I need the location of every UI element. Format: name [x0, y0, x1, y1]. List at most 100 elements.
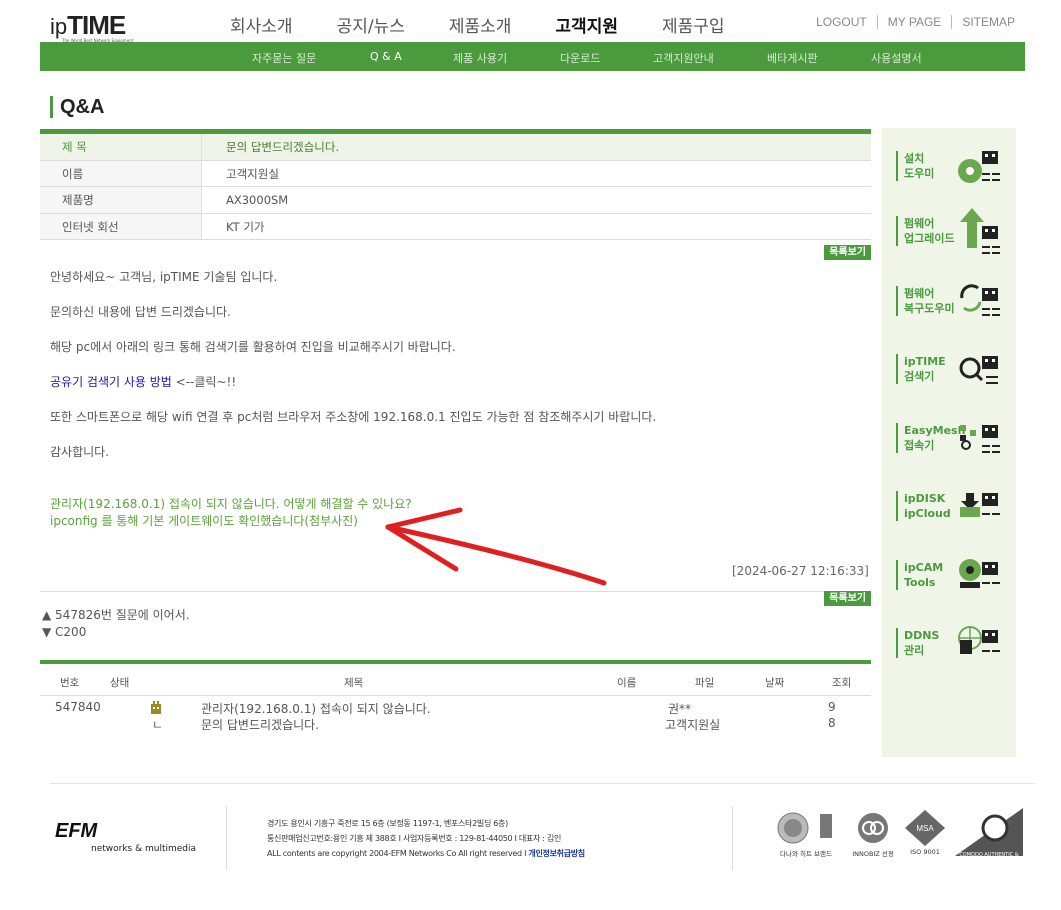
- sidebar-item-ipdisk[interactable]: ipDISK ipCloud: [896, 483, 1006, 533]
- ipdisk-icon: [960, 493, 1000, 517]
- sidebar-item-ipcam[interactable]: ipCAM Tools: [896, 552, 1006, 602]
- efm-logo-sub: networks & multimedia: [91, 844, 197, 854]
- sidebar-item-easymesh[interactable]: EasyMesh 접속기: [896, 415, 1006, 465]
- next-post-link[interactable]: ▼ C200: [42, 624, 190, 641]
- row-title[interactable]: 문의 답변드리겠습니다.: [201, 716, 319, 733]
- innobiz-badge: INNOBIZ 선정: [845, 808, 901, 858]
- easymesh-icon: [960, 425, 1000, 453]
- mypage-link[interactable]: MY PAGE: [888, 15, 942, 29]
- related-list-table: 번호 상태 제목 이름 파일 날짜 조회 547840 관리자(192.168.…: [40, 660, 871, 733]
- page-title: Q&A: [50, 96, 104, 118]
- ipcam-icon: [959, 559, 1000, 588]
- subnav-download[interactable]: 다운로드: [560, 50, 600, 66]
- red-arrow-annotation: [385, 507, 607, 586]
- install-helper-icon: [958, 151, 1000, 183]
- content-paragraph: 공유기 검색기 사용 방법 <--클릭~!!: [50, 375, 860, 390]
- content-paragraph: 또한 스마트폰으로 해당 wifi 연결 후 pc처럼 브라우저 주소창에 19…: [50, 410, 657, 424]
- divider: [732, 806, 733, 870]
- comodo-secure-badge: COMODO AUTHENTIC & SECURE: [955, 808, 1023, 864]
- info-key: 제 목: [40, 134, 202, 160]
- subnav-faq[interactable]: 자주묻는 질문: [252, 50, 316, 66]
- post-info-table: 제 목 문의 답변드리겠습니다. 이름 고객지원실 제품명 AX3000SM 인…: [40, 129, 871, 240]
- content-paragraph: 문의하신 내용에 답변 드리겠습니다.: [50, 305, 231, 319]
- util-nav: LOGOUT MY PAGE SITEMAP: [816, 15, 1015, 29]
- subnav-qna[interactable]: Q & A: [370, 50, 402, 63]
- reply-marker: ㄴ: [152, 718, 164, 732]
- list-view-button-bottom[interactable]: 목록보기: [824, 591, 871, 606]
- subnav-support-info[interactable]: 고객지원안내: [653, 50, 714, 66]
- sidebar-item-firmware-upgrade[interactable]: 펌웨어 업그레이드: [896, 208, 1006, 258]
- iso-9001-badge: MSA ISO 9001: [900, 808, 950, 856]
- quote-line: ipconfig 를 통해 기본 게이트웨이도 확인했습니다(첨부사진): [50, 514, 358, 528]
- row-name: 고객지원실: [665, 718, 721, 732]
- nav-support[interactable]: 고객지원: [555, 12, 618, 37]
- divider: [226, 806, 227, 870]
- subnav-beta-board[interactable]: 베타게시판: [767, 50, 818, 66]
- sidebar-item-label: 펌웨어 업그레이드: [896, 216, 955, 246]
- col-name: 이름: [617, 677, 637, 689]
- row-name: 권**: [668, 702, 692, 716]
- sidebar-item-label: 펌웨어 복구도우미: [896, 286, 955, 316]
- svg-text:MSA: MSA: [916, 824, 934, 833]
- info-key: 제품명: [40, 187, 202, 213]
- iptime-logo[interactable]: ipTIME The World Best Network Equipment: [50, 10, 133, 43]
- info-key: 이름: [40, 160, 202, 186]
- answer-content: 안녕하세요~ 고객님, ipTIME 기술팀 입니다. 문의하신 내용에 답변 …: [50, 270, 860, 480]
- col-status: 상태: [110, 677, 130, 689]
- nav-buy[interactable]: 제품구입: [662, 12, 725, 37]
- info-value: KT 기가: [226, 219, 265, 234]
- info-row-name: 이름 고객지원실: [40, 160, 871, 187]
- col-views: 조회: [832, 677, 852, 689]
- footer-divider: [50, 783, 1035, 784]
- sidebar-item-search-tool[interactable]: ipTIME 검색기: [896, 346, 1006, 396]
- post-datetime: [2024-06-27 12:16:33]: [732, 564, 869, 578]
- sub-nav-bar: 자주묻는 질문 Q & A 제품 사용기 다운로드 고객지원안내 베타게시판 사…: [40, 42, 1025, 71]
- sidebar-item-label: EasyMesh 접속기: [896, 423, 965, 453]
- nav-company[interactable]: 회사소개: [230, 12, 293, 37]
- list-header: 번호 상태 제목 이름 파일 날짜 조회: [40, 664, 871, 696]
- table-row[interactable]: ㄴ 문의 답변드리겠습니다. 고객지원실 8: [40, 716, 871, 733]
- divider: [951, 15, 953, 29]
- sidebar-item-label: ipDISK ipCloud: [896, 491, 951, 521]
- info-value: 고객지원실: [226, 166, 279, 181]
- table-row[interactable]: 547840 관리자(192.168.0.1) 접속이 되지 않습니다. 권**…: [40, 700, 871, 717]
- subnav-reviews[interactable]: 제품 사용기: [453, 50, 507, 66]
- list-view-button[interactable]: 목록보기: [824, 245, 871, 260]
- logo-time-text: TIME: [67, 10, 126, 40]
- info-row-subject: 제 목 문의 답변드리겠습니다.: [40, 134, 871, 161]
- row-views: 9: [828, 700, 836, 714]
- col-num: 번호: [60, 677, 80, 689]
- sidebar-item-install-helper[interactable]: 설치 도우미: [896, 143, 1006, 193]
- search-tool-icon: [959, 356, 998, 384]
- quoted-question: 관리자(192.168.0.1) 접속이 되지 않습니다. 어떻게 해결할 수 …: [50, 496, 412, 530]
- row-num: 547840: [55, 700, 101, 714]
- info-row-product: 제품명 AX3000SM: [40, 187, 871, 214]
- sidebar-item-label: 설치 도우미: [896, 151, 934, 181]
- nav-products[interactable]: 제품소개: [449, 12, 512, 37]
- info-row-line: 인터넷 회선 KT 기가: [40, 213, 871, 240]
- efm-logo: EFM networks & multimedia: [55, 820, 196, 854]
- content-paragraph: 안녕하세요~ 고객님, ipTIME 기술팀 입니다.: [50, 270, 278, 284]
- danawa-hit-brand-badge: 다나와 히트 브랜드: [776, 808, 836, 858]
- col-title: 제목: [344, 677, 364, 689]
- prev-post-link[interactable]: ▲ 547826번 질문에 이어서.: [42, 607, 190, 624]
- quick-tools-sidebar: 설치 도우미 펌웨어 업그레이드 펌웨어 복구도우미 ipTIME 검색기 Ea…: [882, 128, 1016, 757]
- logout-link[interactable]: LOGOUT: [816, 15, 867, 29]
- sidebar-item-label: ipTIME 검색기: [896, 354, 946, 384]
- privacy-policy-link[interactable]: 개인정보취급방침: [528, 849, 585, 858]
- sidebar-item-firmware-recovery[interactable]: 펌웨어 복구도우미: [896, 278, 1006, 328]
- sidebar-item-ddns[interactable]: DDNS 관리: [896, 620, 1006, 670]
- divider: [876, 15, 878, 29]
- info-value: AX3000SM: [226, 193, 289, 207]
- sitemap-link[interactable]: SITEMAP: [962, 15, 1015, 29]
- efm-logo-text: EFM: [55, 820, 98, 842]
- nav-notice[interactable]: 공지/뉴스: [337, 12, 405, 37]
- col-file: 파일: [695, 677, 715, 689]
- logo-ip-text: ip: [50, 14, 68, 39]
- search-tool-guide-link[interactable]: 공유기 검색기 사용 방법: [50, 375, 172, 389]
- row-title[interactable]: 관리자(192.168.0.1) 접속이 되지 않습니다.: [201, 700, 431, 717]
- link-suffix: <--클릭~!!: [171, 375, 237, 389]
- subnav-manual[interactable]: 사용설명서: [871, 50, 922, 66]
- row-views: 8: [828, 716, 836, 730]
- content-paragraph: 해당 pc에서 아래의 링크 통해 검색기를 활용하여 진입을 비교해주시기 바…: [50, 340, 456, 354]
